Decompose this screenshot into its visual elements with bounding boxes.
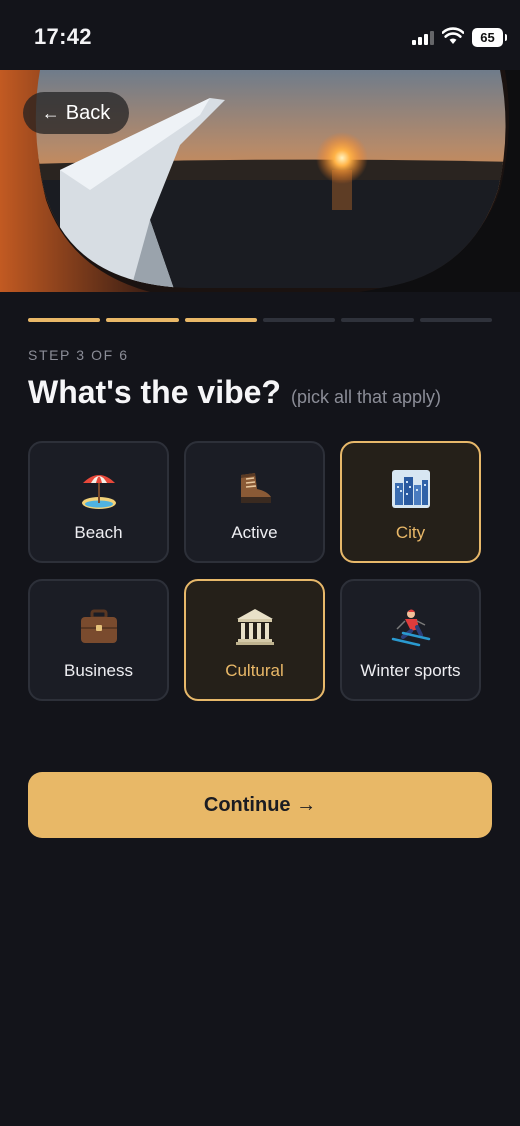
option-winter-sports[interactable]: Winter sports	[340, 579, 481, 701]
progress-segment	[419, 318, 492, 322]
cellular-signal-icon	[412, 31, 436, 45]
progress-segment	[184, 318, 257, 322]
back-button[interactable]: ← Back	[23, 92, 129, 134]
progress-segment	[341, 318, 414, 322]
cityscape-icon	[391, 470, 430, 508]
beach-umbrella-icon	[81, 475, 116, 509]
classical-building-icon	[235, 609, 274, 645]
skier-icon	[391, 609, 430, 647]
briefcase-icon	[80, 609, 117, 643]
option-city[interactable]: City	[340, 441, 481, 563]
progress-segment	[262, 318, 336, 322]
option-beach[interactable]: Beach	[28, 441, 169, 563]
option-label: Beach	[74, 523, 123, 542]
option-label: Winter sports	[360, 661, 461, 680]
option-cultural[interactable]: Cultural	[184, 579, 325, 701]
progress-segment	[28, 318, 101, 322]
battery-icon: 65	[472, 28, 507, 47]
vibe-options-grid: Beach Active City Business Cultural Wint…	[28, 441, 481, 701]
option-label: City	[395, 523, 426, 542]
progress-segment	[106, 318, 179, 322]
hero-image: ← Back	[0, 70, 520, 292]
status-time: 17:42	[34, 24, 92, 49]
back-arrow-icon: ←	[41, 102, 60, 123]
page-subtitle: (pick all that apply)	[290, 387, 442, 407]
step-progress-bar	[28, 318, 492, 323]
option-label: Cultural	[225, 661, 284, 680]
wifi-icon	[442, 27, 464, 44]
heading: What's the vibe? (pick all that apply)	[28, 374, 441, 411]
back-button-label: Back	[65, 101, 111, 124]
step-label: STEP 3 OF 6	[28, 347, 129, 363]
option-label: Active	[231, 523, 278, 542]
option-business[interactable]: Business	[28, 579, 169, 701]
option-active[interactable]: Active	[184, 441, 325, 563]
page-title: What's the vibe?	[28, 374, 281, 410]
hiking-boot-icon	[240, 473, 271, 503]
option-label: Business	[64, 661, 133, 680]
status-bar: 17:42 65	[0, 0, 520, 70]
continue-button[interactable]: Continue →	[28, 772, 492, 838]
